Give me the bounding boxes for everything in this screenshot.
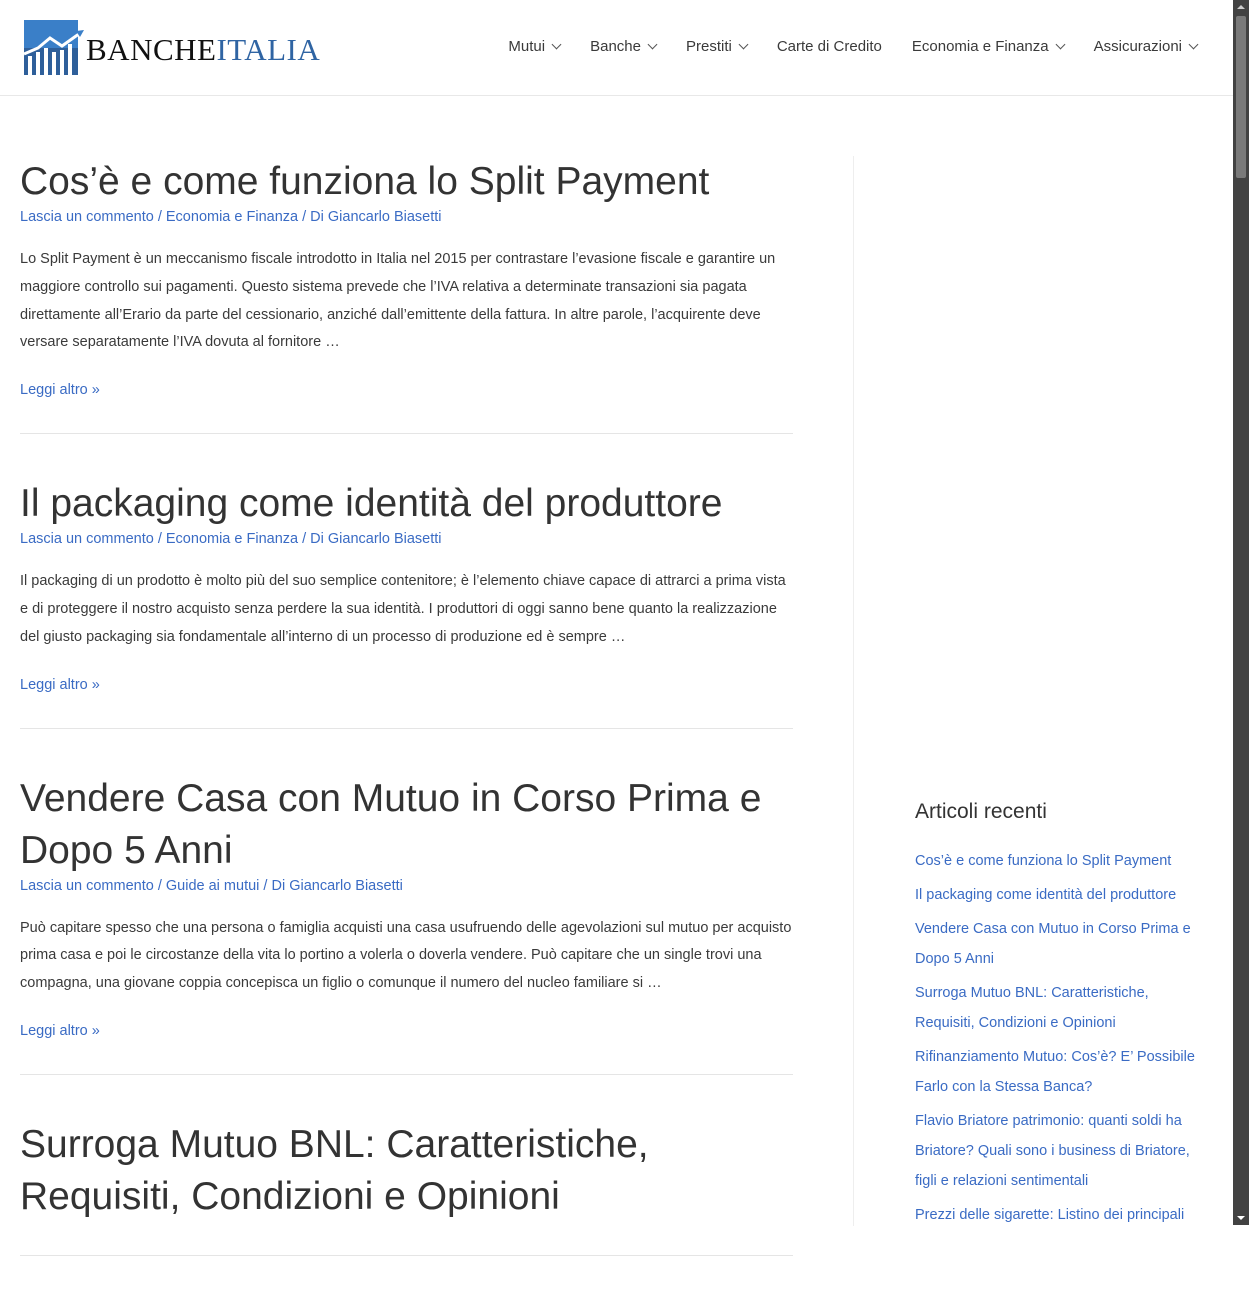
recent-post-item: Il packaging come identità del produttor… (915, 880, 1205, 910)
chart-logo-icon (24, 20, 84, 75)
post-title-link[interactable]: Vendere Casa con Mutuo in Corso Prima e … (20, 777, 761, 872)
site-header: BANCHEITALIA Mutui Banche Prestiti Carte di… (0, 0, 1233, 96)
scroll-up-icon[interactable] (1237, 5, 1245, 9)
category-link[interactable]: Economia e Finanza (166, 209, 298, 225)
category-link[interactable]: Guide ai mutui (166, 878, 260, 894)
nav-item-label: Economia e Finanza (911, 38, 1049, 55)
chevron-down-icon (647, 39, 658, 50)
post-title-link[interactable]: Il packaging come identità del produttor… (20, 482, 722, 525)
recent-post-link[interactable]: Prezzi delle sigarette: Listino dei prin… (915, 1207, 1184, 1223)
post-meta: Lascia un commento / Economia e Finanza … (20, 531, 442, 548)
nav-item-label: Assicurazioni (1093, 38, 1182, 55)
post-entry: Cos’è e come funziona lo Split Payment La… (20, 156, 793, 435)
category-link[interactable]: Economia e Finanza (166, 531, 298, 547)
nav-item[interactable]: Prestiti (685, 38, 749, 55)
post-title-link[interactable]: Surroga Mutuo BNL: Caratteristiche, Requ… (20, 1123, 649, 1218)
scrollbar[interactable] (1233, 0, 1249, 1225)
site-logo[interactable]: BANCHEITALIA (24, 20, 320, 76)
logo-text: BANCHEITALIA (86, 32, 321, 67)
recent-post-link[interactable]: Vendere Casa con Mutuo in Corso Prima e … (915, 921, 1191, 967)
main-nav: Mutui Banche Prestiti Carte di Credito Econo… (508, 38, 1199, 55)
recent-posts-list: Cos’è e come funziona lo Split Payment Il… (915, 846, 1205, 1230)
recent-post-link[interactable]: Surroga Mutuo BNL: Caratteristiche, Requ… (915, 985, 1149, 1031)
nav-item[interactable]: Mutui (508, 38, 562, 55)
post-entry: Surroga Mutuo BNL: Caratteristiche, Requ… (20, 1119, 793, 1256)
read-more-link[interactable]: Leggi altro » (20, 382, 100, 398)
chevron-down-icon (738, 39, 749, 50)
recent-post-item: Surroga Mutuo BNL: Caratteristiche, Requ… (915, 978, 1205, 1038)
nav-item[interactable]: Banche (590, 38, 658, 55)
post-entry: Vendere Casa con Mutuo in Corso Prima e … (20, 773, 793, 1075)
read-more-link[interactable]: Leggi altro » (20, 1023, 100, 1039)
recent-post-item: Rifinanziamento Mutuo: Cos’è? E’ Possibi… (915, 1042, 1205, 1102)
recent-post-item: Flavio Briatore patrimonio: quanti soldi… (915, 1106, 1205, 1196)
comment-link[interactable]: Lascia un commento (20, 878, 154, 894)
comment-link[interactable]: Lascia un commento (20, 209, 154, 225)
chevron-down-icon (1188, 39, 1199, 50)
comment-link[interactable]: Lascia un commento (20, 531, 154, 547)
author-link[interactable]: Di Giancarlo Biasetti (271, 878, 402, 894)
nav-item[interactable]: Assicurazioni (1093, 38, 1199, 55)
nav-item[interactable]: Economia e Finanza (911, 38, 1066, 55)
chevron-down-icon (551, 39, 562, 50)
nav-item-label: Carte di Credito (776, 38, 882, 55)
sidebar-divider (853, 156, 854, 1226)
recent-post-item: Vendere Casa con Mutuo in Corso Prima e … (915, 914, 1205, 974)
recent-post-link[interactable]: Flavio Briatore patrimonio: quanti soldi… (915, 1113, 1190, 1189)
recent-post-item: Prezzi delle sigarette: Listino dei prin… (915, 1200, 1205, 1230)
nav-item[interactable]: Carte di Credito (777, 38, 882, 55)
author-link[interactable]: Di Giancarlo Biasetti (310, 531, 441, 547)
post-excerpt: Lo Split Payment è un meccanismo fiscale… (20, 251, 776, 351)
recent-post-link[interactable]: Il packaging come identità del produttor… (915, 887, 1176, 903)
read-more-link[interactable]: Leggi altro » (20, 677, 100, 693)
post-title-link[interactable]: Cos’è e come funziona lo Split Payment (20, 160, 709, 203)
post-entry: Il packaging come identità del produttor… (20, 478, 793, 729)
nav-item-label: Prestiti (685, 38, 732, 55)
scroll-down-icon[interactable] (1237, 1216, 1245, 1220)
recent-post-link[interactable]: Cos’è e come funziona lo Split Payment (915, 853, 1171, 869)
recent-post-link[interactable]: Rifinanziamento Mutuo: Cos’è? E’ Possibi… (915, 1049, 1195, 1095)
recent-post-item: Cos’è e come funziona lo Split Payment (915, 846, 1205, 876)
post-meta: Lascia un commento / Economia e Finanza … (20, 209, 442, 225)
post-meta: Lascia un commento / Guide ai mutui / Di… (20, 877, 403, 894)
nav-item-label: Banche (590, 38, 641, 55)
chevron-down-icon (1055, 39, 1066, 50)
nav-item-label: Mutui (508, 38, 546, 55)
post-excerpt: Può capitare spesso che una persona o fa… (20, 919, 792, 992)
sidebar-recent-posts: Articoli recenti Cos’è e come funziona l… (915, 800, 1205, 1234)
sidebar-title: Articoli recenti (915, 800, 1047, 823)
post-excerpt: Il packaging di un prodotto è molto più … (20, 573, 786, 645)
author-link[interactable]: Di Giancarlo Biasetti (310, 209, 441, 225)
scrollbar-thumb[interactable] (1236, 16, 1246, 178)
post-list: Cos’è e come funziona lo Split Payment La… (20, 156, 793, 1300)
